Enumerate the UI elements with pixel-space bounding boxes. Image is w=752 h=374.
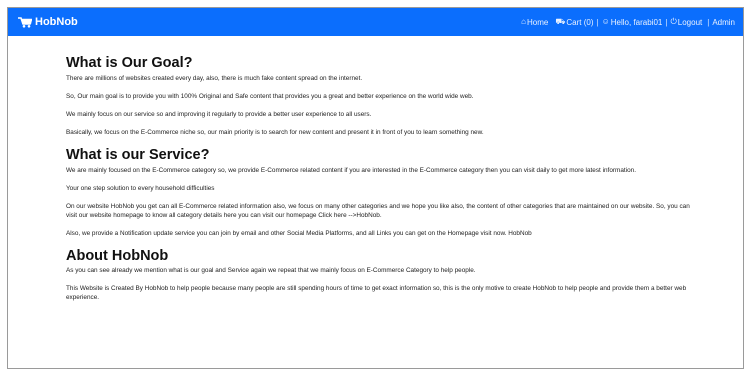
cart-logo-icon — [18, 16, 32, 28]
nav-admin-link[interactable]: Admin — [712, 18, 735, 27]
goal-section: What is Our Goal? There are millions of … — [66, 54, 698, 137]
nav-links: ⌂ Home ⛟ Cart (0) | ☺ Hello, farabi01 | … — [521, 18, 735, 27]
goal-paragraph: There are millions of websites created e… — [66, 75, 363, 82]
nav-separator: | — [707, 17, 710, 27]
cart-icon: ⛟ — [555, 17, 566, 26]
about-paragraph: This Website is Created By HobNob to hel… — [66, 285, 687, 301]
about-heading: About HobNob — [66, 248, 169, 264]
home-icon: ⌂ — [521, 17, 526, 26]
goal-paragraph: So, Our main goal is to provide you with… — [66, 93, 474, 100]
nav-home-label: Home — [526, 17, 549, 27]
main-content: What is Our Goal? There are millions of … — [8, 36, 698, 302]
service-section: What is our Service? We are mainly focus… — [66, 146, 698, 238]
nav-cart-link[interactable]: ⛟ Cart (0) — [555, 18, 593, 27]
nav-admin-label: Admin — [712, 17, 735, 27]
nav-user-label: Hello, farabi01 — [610, 17, 663, 27]
service-paragraph: Your one step solution to every househol… — [66, 185, 215, 192]
brand-link[interactable]: HobNob — [18, 16, 78, 28]
nav-separator: | — [665, 17, 668, 27]
nav-cart-label: Cart (0) — [566, 17, 594, 27]
navbar: HobNob ⌂ Home ⛟ Cart (0) | ☺ Hello, fara… — [8, 8, 743, 36]
goal-heading: What is Our Goal? — [66, 55, 193, 71]
service-paragraph: Also, we provide a Notification update s… — [66, 230, 532, 237]
brand-name: HobNob — [35, 16, 78, 28]
nav-separator: | — [596, 17, 599, 27]
nav-logout-link[interactable]: ⏻ Logout — [670, 18, 702, 27]
service-paragraph: We are mainly focused on the E-Commerce … — [66, 167, 636, 174]
about-paragraph: As you can see already we mention what i… — [66, 267, 476, 274]
service-heading: What is our Service? — [66, 147, 210, 163]
logout-icon: ⏻ — [670, 17, 677, 26]
page-frame: HobNob ⌂ Home ⛟ Cart (0) | ☺ Hello, fara… — [7, 7, 744, 369]
about-section: About HobNob As you can see already we m… — [66, 247, 698, 302]
service-paragraph: On our website HobNob you get can all E-… — [66, 203, 690, 219]
goal-paragraph: We mainly focus on our service so and im… — [66, 111, 372, 118]
nav-user-link[interactable]: ☺ Hello, farabi01 — [602, 18, 663, 27]
nav-home-link[interactable]: ⌂ Home — [521, 18, 548, 27]
user-icon: ☺ — [601, 17, 610, 26]
goal-paragraph: Basically, we focus on the E-Commerce ni… — [66, 129, 484, 136]
nav-logout-label: Logout — [677, 17, 703, 27]
